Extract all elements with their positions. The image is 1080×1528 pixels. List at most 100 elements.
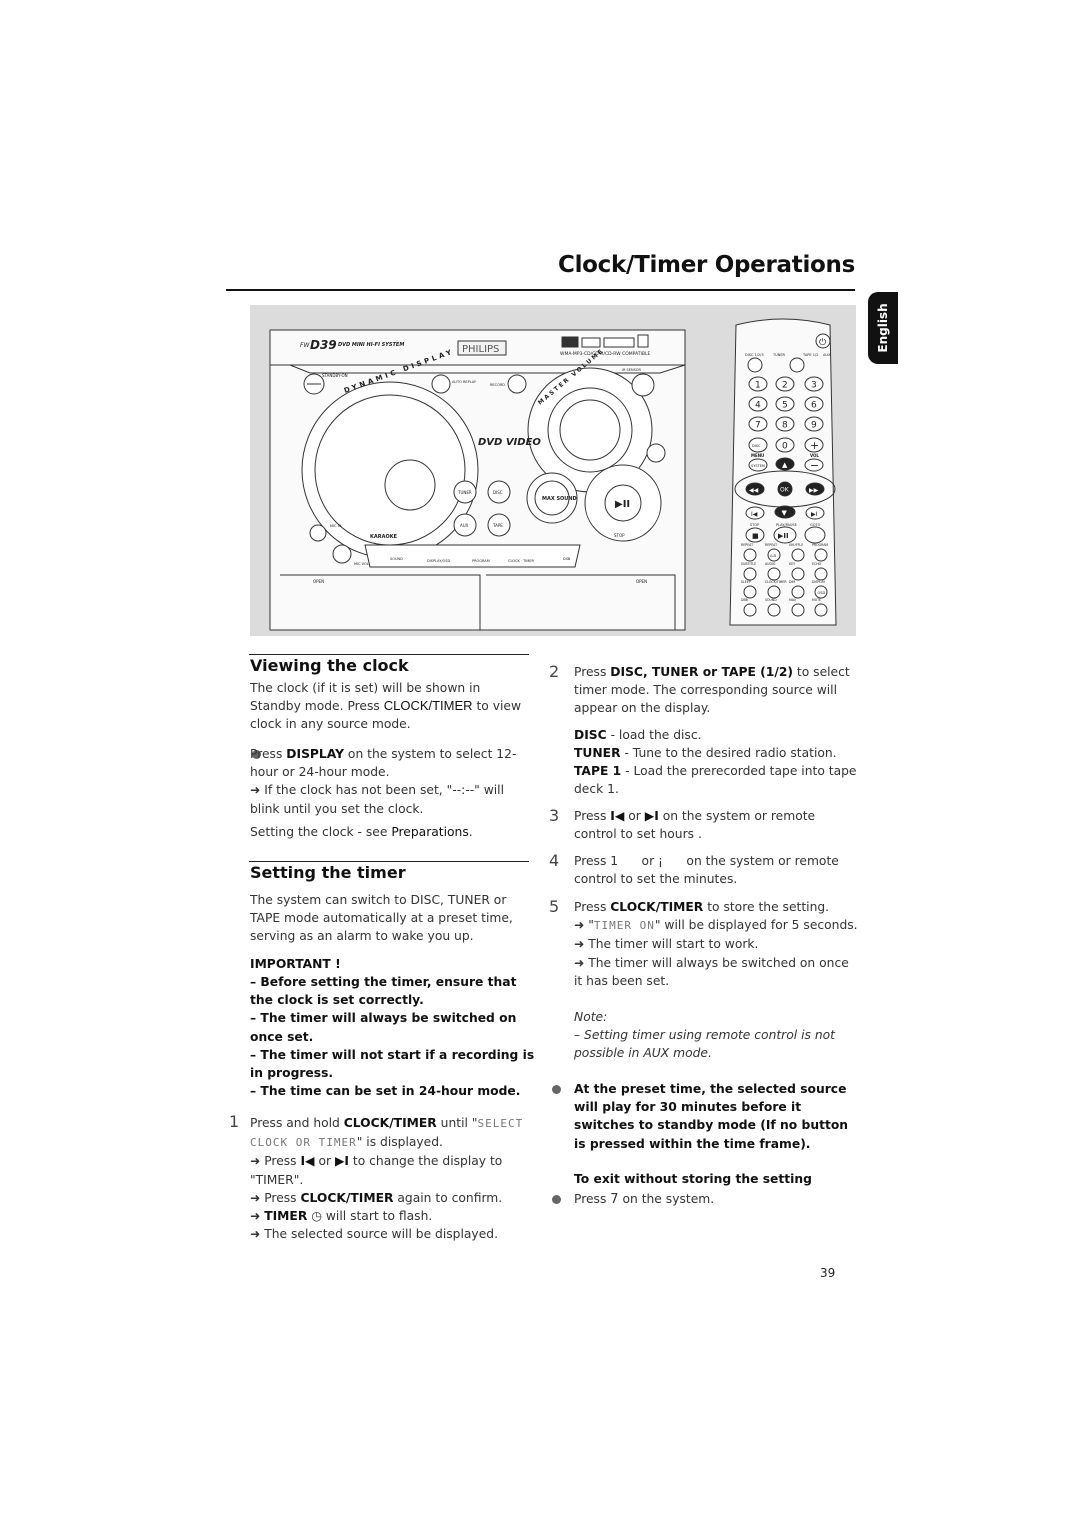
display-osd-label: DISPLAY/OSD xyxy=(427,559,451,563)
prev-icon: I◀ xyxy=(751,511,758,518)
brand-logo: PHILIPS xyxy=(462,344,499,355)
play-pause-label: ▶II xyxy=(615,499,630,510)
remote-button xyxy=(791,585,805,599)
remote-label: REPEAT xyxy=(741,543,753,547)
setting-timer-heading: Setting the timer xyxy=(250,863,406,882)
note-text: – Setting timer using remote control is … xyxy=(574,1028,835,1061)
remote-button xyxy=(791,567,805,581)
ok-label: OK xyxy=(780,487,790,494)
system-label: SYSTEM xyxy=(751,464,765,468)
exit-heading: To exit without storing the setting xyxy=(574,1172,812,1186)
important-label: IMPORTANT ! xyxy=(250,957,341,971)
disc-label: DISC xyxy=(752,444,761,448)
page-number: 39 xyxy=(820,1266,836,1280)
remote-source-label: DISC 1/2/3 xyxy=(745,353,764,357)
remote-control: ⏻ DISC 1/2/3 TUNER TAPE 1/2 AUX 1 2 3 4 5 6 7 8 9 DISC… xyxy=(729,318,837,626)
page-title: Clock/Timer Operations xyxy=(557,252,855,278)
mic-in-label: MIC IN xyxy=(330,524,342,528)
unit-and-remote-drawing: FW D39 DVD MINI HI-FI SYSTEM PHILIPS WMA… xyxy=(269,318,837,631)
display-knob xyxy=(384,459,436,511)
dsb-label: DSB xyxy=(563,557,571,561)
product-illustration: FW D39 DVD MINI HI-FI SYSTEM PHILIPS WMA… xyxy=(250,305,856,636)
digit-label: 8 xyxy=(782,421,788,431)
remote-label: DISPLAY xyxy=(812,580,825,584)
step-number: 4 xyxy=(549,851,560,870)
remote-label: MAX xyxy=(789,598,797,602)
title-rule xyxy=(226,289,855,291)
digit-label: 9 xyxy=(811,421,817,431)
ab-label: A-B xyxy=(770,554,776,558)
remote-source-label: AUX xyxy=(823,353,831,357)
vol-label: VOL xyxy=(810,453,819,458)
up-icon: ▲ xyxy=(782,461,788,469)
stop-icon: ■ xyxy=(752,532,759,540)
important-item: – The time can be set in 24-hour mode. xyxy=(250,1084,521,1099)
step-number: 2 xyxy=(549,662,560,681)
down-icon: ▼ xyxy=(782,509,788,517)
bullet-icon xyxy=(552,1195,561,1204)
language-tab-label: English xyxy=(876,303,890,353)
remote-label: SLEEP xyxy=(741,580,751,584)
viewing-clock-heading: Viewing the clock xyxy=(250,656,409,675)
lcd-text: TIMER ON xyxy=(593,919,655,933)
step-number: 1 xyxy=(229,1112,240,1131)
tape-label: TAPE xyxy=(492,523,503,528)
remote-button xyxy=(814,567,828,581)
open-left-label: OPEN xyxy=(313,579,324,584)
rewind-icon: ◀◀ xyxy=(749,487,759,494)
remote-label: PROGRAM xyxy=(812,543,828,547)
mp3-logo xyxy=(581,337,601,348)
osd-label: OSD xyxy=(818,591,826,595)
section-rule-timer xyxy=(249,861,529,862)
karaoke-logo: KARAOKE xyxy=(370,534,398,540)
auto-replay-button xyxy=(431,374,451,394)
prev-icon: I◀ xyxy=(300,1154,315,1169)
remote-button xyxy=(743,585,757,599)
remote-label: PLAY/PAUSE xyxy=(776,523,797,527)
step-1: Press and hold CLOCK/TIMER until "SELECT… xyxy=(250,1116,524,1242)
remote-button xyxy=(767,585,781,599)
remote-label: AUDIO xyxy=(765,562,776,566)
sound-label: SOUND xyxy=(390,557,403,561)
record-button xyxy=(507,374,527,394)
step-number: 3 xyxy=(549,806,560,825)
remote-button xyxy=(767,567,781,581)
tuner-label: TUNER xyxy=(457,490,472,495)
preparations-link[interactable]: Preparations xyxy=(391,825,468,839)
remote-label: GOTO xyxy=(810,523,821,527)
remote-button xyxy=(791,603,805,617)
mic-in-jack xyxy=(309,524,327,542)
wma-logo xyxy=(637,334,649,348)
menu-label: MENU xyxy=(751,453,764,458)
record-label: RECORD xyxy=(490,383,505,387)
next-icon: ▶I xyxy=(811,511,818,518)
compat-text: WMA-MP3-CD/CD-R/CD-RW COMPATIBLE xyxy=(560,351,650,357)
remote-button xyxy=(743,603,757,617)
next-icon: ▶I xyxy=(334,1154,349,1169)
remote-label: SUBTITLE xyxy=(741,562,756,566)
digit-label: 7 xyxy=(755,421,761,431)
program-label: PROGRAM xyxy=(472,559,490,563)
language-tab: English xyxy=(868,292,898,364)
digit-label: 6 xyxy=(811,401,817,411)
zero-label: 0 xyxy=(782,442,788,452)
remote-source-label: TAPE 1/2 xyxy=(802,353,818,357)
remote-button xyxy=(814,548,828,562)
important-list: – Before setting the timer, ensure that … xyxy=(250,973,535,1100)
remote-button xyxy=(791,548,805,562)
play-pause-icon: ▶II xyxy=(778,532,789,540)
important-item: – The timer will always be switched on o… xyxy=(250,1011,517,1044)
remote-label: DBB xyxy=(741,598,748,602)
stop-label: STOP xyxy=(614,533,625,538)
plus-icon: + xyxy=(810,439,819,452)
dvd-logo: DVD VIDEO xyxy=(478,437,541,448)
dts-logo xyxy=(561,336,579,348)
remote-button xyxy=(743,567,757,581)
important-item: – The timer will not start if a recordin… xyxy=(250,1047,535,1081)
digit-label: 4 xyxy=(755,401,761,411)
section-rule-viewing xyxy=(249,654,529,655)
remote-button xyxy=(743,548,757,562)
model-name: D39 xyxy=(310,338,337,352)
remote-source-label: TUNER xyxy=(772,353,786,357)
next-icon: ▶I xyxy=(644,809,659,823)
